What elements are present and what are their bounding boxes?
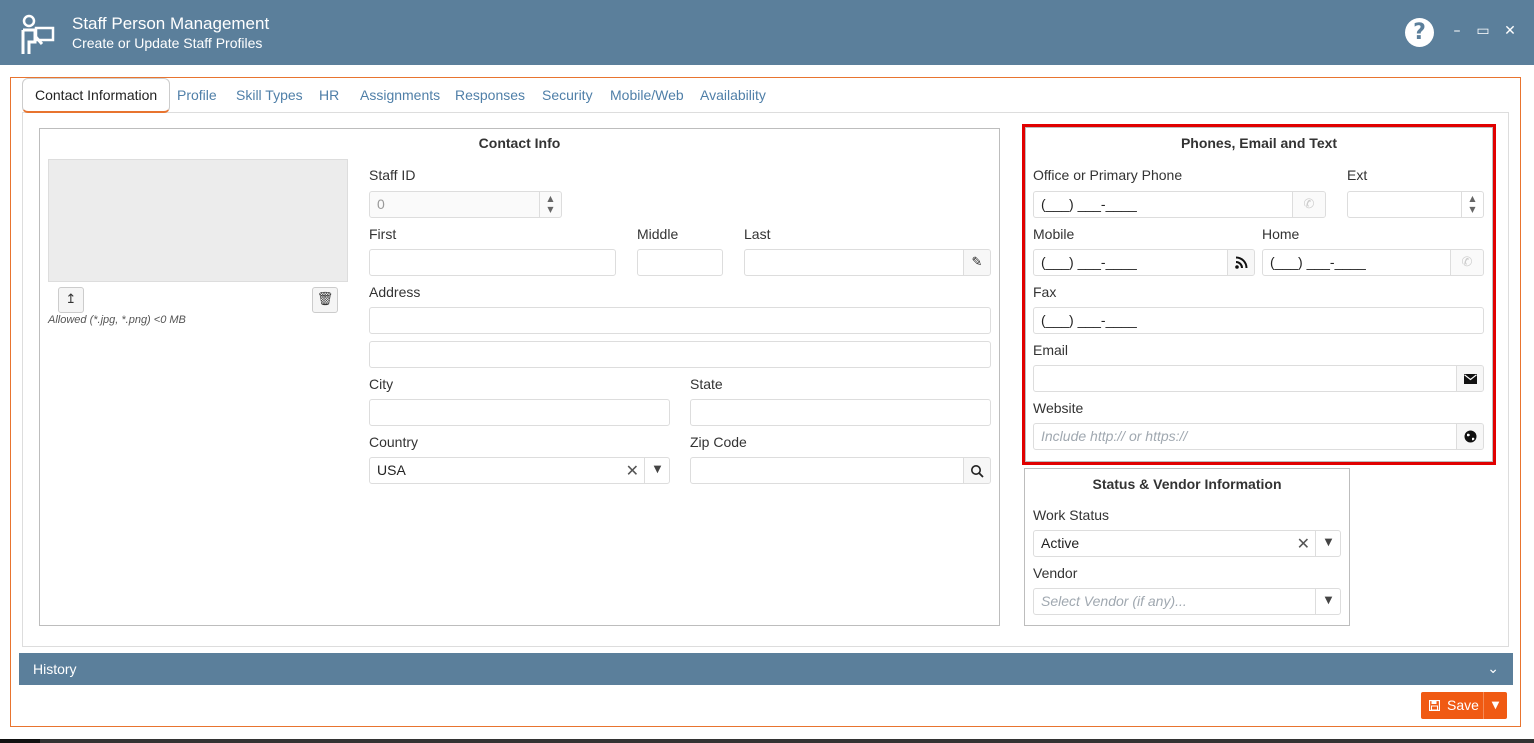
title-bar: Staff Person Management Create or Update… (0, 0, 1534, 65)
home-phone-call-icon[interactable]: ✆ (1450, 250, 1483, 275)
bottom-edge-left (0, 739, 40, 743)
history-bar[interactable]: History ⌄ (19, 653, 1513, 685)
staff-id-stepper[interactable]: ▲ ▼ (539, 192, 561, 217)
phone-call-icon[interactable]: ✆ (1292, 192, 1325, 217)
status-vendor-title: Status & Vendor Information (1092, 476, 1282, 492)
search-icon[interactable] (963, 458, 990, 483)
tab-security[interactable]: Security (542, 78, 593, 113)
work-status-chevron-down-icon[interactable]: ▼ (1315, 531, 1340, 556)
website-input[interactable]: Include http:// or https:// (1033, 423, 1484, 450)
contact-info-title: Contact Info (478, 135, 561, 151)
work-status-label: Work Status (1033, 507, 1109, 523)
work-status-value: Active (1041, 535, 1080, 551)
work-status-select[interactable]: Active ✕ ▼ (1033, 530, 1341, 557)
globe-icon[interactable] (1456, 424, 1483, 449)
tab-responses[interactable]: Responses (455, 78, 525, 113)
ext-label: Ext (1347, 167, 1368, 183)
tab-profile[interactable]: Profile (177, 78, 217, 113)
mobile-input[interactable]: (___) ___-____ (1033, 249, 1255, 276)
allowed-files-note: Allowed (*.jpg, *.png) <0 MB (48, 314, 186, 326)
ext-stepper[interactable]: ▲ ▼ (1461, 192, 1483, 217)
zip-code-label: Zip Code (690, 434, 747, 450)
tab-skill-types[interactable]: Skill Types (236, 78, 303, 113)
home-phone-value: (___) ___-____ (1270, 254, 1366, 270)
country-clear-icon[interactable]: ✕ (626, 458, 639, 483)
save-button[interactable]: Save ▼ (1421, 692, 1507, 719)
minimize-button[interactable]: – (1449, 23, 1465, 39)
middle-name-label: Middle (637, 226, 679, 242)
middle-name-input[interactable] (637, 249, 723, 276)
mobile-value: (___) ___-____ (1041, 254, 1137, 270)
tab-contact-information[interactable]: Contact Information (22, 78, 171, 113)
country-label: Country (369, 434, 419, 450)
website-label: Website (1033, 400, 1084, 416)
address-line1-input[interactable] (369, 307, 991, 334)
last-name-label: Last (744, 226, 771, 242)
tab-availability[interactable]: Availability (700, 78, 766, 113)
tab-assignments[interactable]: Assignments (360, 78, 440, 113)
window-title: Staff Person Management (72, 14, 270, 33)
delete-icon[interactable]: 🗑 (312, 287, 338, 313)
state-input[interactable] (690, 399, 991, 426)
vendor-label: Vendor (1033, 565, 1078, 581)
tab-hr[interactable]: HR (319, 78, 339, 113)
office-phone-input[interactable]: (___) ___-____ ✆ (1033, 191, 1326, 218)
photo-placeholder[interactable] (48, 159, 348, 282)
floppy-disk-icon (1428, 692, 1441, 721)
address-line2-input[interactable] (369, 341, 991, 368)
envelope-icon[interactable] (1456, 366, 1483, 391)
country-chevron-down-icon[interactable]: ▼ (644, 458, 669, 483)
fax-label: Fax (1033, 284, 1057, 300)
save-label: Save (1447, 697, 1479, 713)
city-label: City (369, 376, 394, 392)
vendor-select[interactable]: Select Vendor (if any)... ▼ (1033, 588, 1341, 615)
staff-id-value: 0 (377, 196, 385, 212)
tab-mobile-web[interactable]: Mobile/Web (610, 78, 684, 113)
state-label: State (690, 376, 723, 392)
staff-person-icon (21, 14, 55, 54)
save-dropdown-caret-icon[interactable]: ▼ (1483, 692, 1507, 719)
country-value: USA (377, 462, 406, 478)
last-name-input[interactable]: ✎ (744, 249, 991, 276)
bottom-edge (0, 739, 1534, 743)
close-button[interactable]: ✕ (1502, 23, 1518, 39)
chevron-down-icon[interactable]: ⌄ (1487, 653, 1499, 685)
ext-input[interactable]: ▲ ▼ (1347, 191, 1484, 218)
vendor-chevron-down-icon[interactable]: ▼ (1315, 589, 1340, 614)
staff-id-input[interactable]: 0 ▲ ▼ (369, 191, 562, 218)
website-placeholder: Include http:// or https:// (1041, 428, 1188, 444)
home-phone-label: Home (1262, 226, 1300, 242)
upload-icon[interactable]: ↥ (58, 287, 84, 313)
home-phone-input[interactable]: (___) ___-____ ✆ (1262, 249, 1484, 276)
address-label: Address (369, 284, 421, 300)
maximize-button[interactable]: ▭ (1475, 23, 1491, 39)
mobile-label: Mobile (1033, 226, 1075, 242)
vendor-placeholder: Select Vendor (if any)... (1041, 593, 1187, 609)
window-subtitle: Create or Update Staff Profiles (72, 35, 263, 51)
fax-input[interactable]: (___) ___-____ (1033, 307, 1484, 334)
pencil-edit-icon[interactable]: ✎ (963, 250, 990, 275)
first-name-input[interactable] (369, 249, 616, 276)
office-phone-value: (___) ___-____ (1041, 196, 1137, 212)
help-icon[interactable]: ? (1405, 18, 1434, 47)
first-name-label: First (369, 226, 397, 242)
city-input[interactable] (369, 399, 670, 426)
history-label: History (33, 661, 77, 677)
rss-feed-icon[interactable] (1227, 250, 1254, 275)
email-input[interactable] (1033, 365, 1484, 392)
staff-id-label: Staff ID (369, 167, 416, 183)
email-label: Email (1033, 342, 1069, 358)
country-select[interactable]: USA ✕ ▼ (369, 457, 670, 484)
zip-code-input[interactable] (690, 457, 991, 484)
work-status-clear-icon[interactable]: ✕ (1297, 531, 1310, 556)
office-phone-label: Office or Primary Phone (1033, 167, 1183, 183)
